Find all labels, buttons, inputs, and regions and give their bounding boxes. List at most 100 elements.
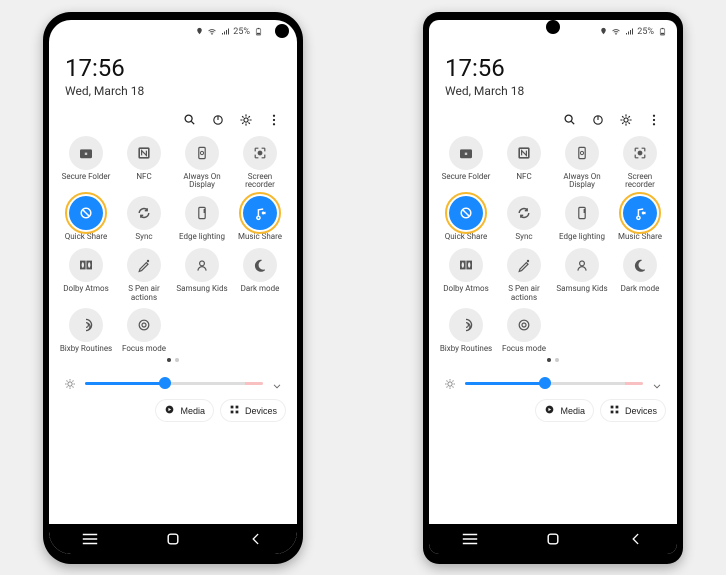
tile-edge-lighting-label[interactable]: Edge lighting bbox=[179, 233, 225, 242]
chevron-down-icon[interactable] bbox=[271, 377, 283, 389]
tile-nfc-label[interactable]: NFC bbox=[136, 173, 151, 182]
tile-sync-label[interactable]: Sync bbox=[515, 233, 532, 242]
tile-dark-label[interactable]: Dark mode bbox=[241, 285, 280, 294]
power-icon[interactable] bbox=[211, 112, 225, 126]
tile-bixby-button[interactable] bbox=[449, 308, 483, 342]
tile-dolby-button[interactable] bbox=[69, 248, 103, 282]
tile-kids-button[interactable] bbox=[565, 248, 599, 282]
tile-aod-label[interactable]: Always On Display bbox=[555, 173, 609, 191]
tile-kids: Samsung Kids bbox=[553, 248, 611, 303]
tile-music-share-label[interactable]: Music Share bbox=[238, 233, 282, 242]
nav-recents-button[interactable] bbox=[70, 524, 110, 554]
devices-chip[interactable]: Devices bbox=[601, 400, 665, 421]
tile-nfc-button[interactable] bbox=[127, 136, 161, 170]
tile-edge-lighting-label[interactable]: Edge lighting bbox=[559, 233, 605, 242]
tile-music-share-button[interactable] bbox=[623, 196, 657, 230]
tile-dark-button[interactable] bbox=[243, 248, 277, 282]
tile-secure-folder-label[interactable]: Secure Folder bbox=[62, 173, 111, 182]
page-dot-icon bbox=[175, 358, 179, 362]
tile-edge-lighting-button[interactable] bbox=[565, 196, 599, 230]
tile-quick-share: Quick Share bbox=[437, 196, 495, 242]
tile-spen-button[interactable] bbox=[127, 248, 161, 282]
tile-bixby-button[interactable] bbox=[69, 308, 103, 342]
brightness-slider[interactable] bbox=[465, 382, 643, 385]
tile-kids-label[interactable]: Samsung Kids bbox=[176, 285, 227, 294]
signal-icon bbox=[220, 27, 230, 37]
search-icon[interactable] bbox=[563, 112, 577, 126]
datetime-block[interactable]: 17:56 Wed, March 18 bbox=[49, 40, 297, 104]
tile-dark-label[interactable]: Dark mode bbox=[621, 285, 660, 294]
tile-kids-button[interactable] bbox=[185, 248, 219, 282]
tile-dark: Dark mode bbox=[611, 248, 669, 303]
settings-gear-icon[interactable] bbox=[619, 112, 633, 126]
tile-secure-folder-button[interactable] bbox=[449, 136, 483, 170]
battery-percent: 25% bbox=[233, 27, 250, 37]
brightness-sun-icon bbox=[443, 376, 457, 390]
tile-sync-label[interactable]: Sync bbox=[135, 233, 152, 242]
devices-chip[interactable]: Devices bbox=[221, 400, 285, 421]
tile-edge-lighting: Edge lighting bbox=[553, 196, 611, 242]
tile-screen-recorder-button[interactable] bbox=[623, 136, 657, 170]
tile-focus-label[interactable]: Focus mode bbox=[122, 345, 166, 354]
nav-recents-button[interactable] bbox=[450, 524, 490, 554]
media-chip-label: Media bbox=[180, 406, 205, 416]
tile-bixby-label[interactable]: Bixby Routines bbox=[440, 345, 492, 354]
tile-spen-button[interactable] bbox=[507, 248, 541, 282]
tile-focus: Focus mode bbox=[495, 308, 553, 354]
more-icon[interactable] bbox=[647, 112, 661, 126]
nav-back-button[interactable] bbox=[616, 524, 656, 554]
nav-home-button[interactable] bbox=[533, 524, 573, 554]
tile-music-share-label[interactable]: Music Share bbox=[618, 233, 662, 242]
tile-aod-button[interactable] bbox=[185, 136, 219, 170]
quick-settings-grid: Secure Folder NFC Always On Display Scre… bbox=[49, 132, 297, 359]
devices-chip-label: Devices bbox=[625, 406, 657, 416]
tile-quick-share-label[interactable]: Quick Share bbox=[65, 233, 107, 242]
tile-screen-recorder-button[interactable] bbox=[243, 136, 277, 170]
tile-quick-share-label[interactable]: Quick Share bbox=[445, 233, 487, 242]
tile-dolby-label[interactable]: Dolby Atmos bbox=[443, 285, 488, 294]
tile-secure-folder-button[interactable] bbox=[69, 136, 103, 170]
tile-focus-button[interactable] bbox=[507, 308, 541, 342]
tile-sync-button[interactable] bbox=[127, 196, 161, 230]
datetime-block[interactable]: 17:56 Wed, March 18 bbox=[429, 40, 677, 104]
brightness-slider[interactable] bbox=[85, 382, 263, 385]
tile-nfc-label[interactable]: NFC bbox=[516, 173, 531, 182]
screen: 25% 17:56 Wed, March 18 Secure Folder NF… bbox=[429, 20, 677, 554]
tile-spen: S Pen air actions bbox=[495, 248, 553, 303]
tile-edge-lighting-button[interactable] bbox=[185, 196, 219, 230]
tile-spen-label[interactable]: S Pen air actions bbox=[117, 285, 171, 303]
brightness-thumb[interactable] bbox=[159, 377, 171, 389]
tile-quick-share-button[interactable] bbox=[449, 196, 483, 230]
tile-sync-button[interactable] bbox=[507, 196, 541, 230]
battery-percent: 25% bbox=[637, 27, 654, 37]
media-chip[interactable]: Media bbox=[156, 400, 213, 421]
tile-aod-label[interactable]: Always On Display bbox=[175, 173, 229, 191]
tile-dolby-button[interactable] bbox=[449, 248, 483, 282]
more-icon[interactable] bbox=[267, 112, 281, 126]
camera-punch-icon bbox=[275, 24, 289, 38]
tile-bixby-label[interactable]: Bixby Routines bbox=[60, 345, 112, 354]
tile-screen-recorder-label[interactable]: Screen recorder bbox=[613, 173, 667, 191]
tile-music-share-button[interactable] bbox=[243, 196, 277, 230]
brightness-thumb[interactable] bbox=[539, 377, 551, 389]
media-chip-label: Media bbox=[560, 406, 585, 416]
tile-spen-label[interactable]: S Pen air actions bbox=[497, 285, 551, 303]
nav-back-button[interactable] bbox=[236, 524, 276, 554]
signal-icon bbox=[624, 27, 634, 37]
tile-kids-label[interactable]: Samsung Kids bbox=[556, 285, 607, 294]
search-icon[interactable] bbox=[183, 112, 197, 126]
tile-aod-button[interactable] bbox=[565, 136, 599, 170]
tile-screen-recorder-label[interactable]: Screen recorder bbox=[233, 173, 287, 191]
tile-focus-button[interactable] bbox=[127, 308, 161, 342]
tile-nfc-button[interactable] bbox=[507, 136, 541, 170]
tile-quick-share-button[interactable] bbox=[69, 196, 103, 230]
chevron-down-icon[interactable] bbox=[651, 377, 663, 389]
settings-gear-icon[interactable] bbox=[239, 112, 253, 126]
nav-home-button[interactable] bbox=[153, 524, 193, 554]
media-chip[interactable]: Media bbox=[536, 400, 593, 421]
tile-dark-button[interactable] bbox=[623, 248, 657, 282]
tile-secure-folder-label[interactable]: Secure Folder bbox=[442, 173, 491, 182]
tile-focus-label[interactable]: Focus mode bbox=[502, 345, 546, 354]
power-icon[interactable] bbox=[591, 112, 605, 126]
tile-dolby-label[interactable]: Dolby Atmos bbox=[63, 285, 108, 294]
